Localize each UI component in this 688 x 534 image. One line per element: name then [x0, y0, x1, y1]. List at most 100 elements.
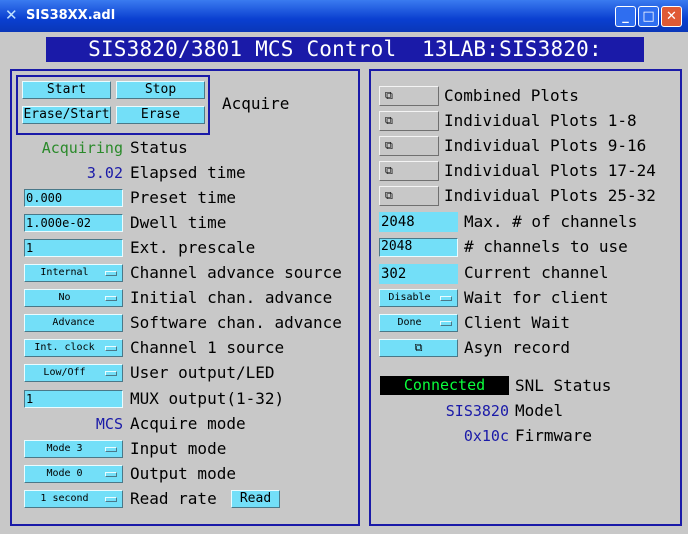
menu-value: Done — [397, 317, 422, 328]
channel-advance-source-menu[interactable]: Internal — [24, 264, 123, 282]
user-output-label: User output/LED — [130, 363, 275, 382]
model-label: Model — [515, 401, 564, 420]
asyn-record-button[interactable]: ⧉ — [379, 339, 458, 357]
client-wait-label: Client Wait — [464, 313, 570, 332]
menu-value: Disable — [388, 292, 431, 303]
dwell-time-label: Dwell time — [130, 213, 227, 232]
erase-button[interactable]: Erase — [116, 106, 205, 124]
read-button[interactable]: Read — [231, 490, 280, 508]
mux-output-input[interactable]: 1 — [24, 390, 123, 408]
input-mode-label: Input mode — [130, 439, 227, 458]
menu-value: 1 second — [40, 493, 89, 504]
menu-indicator-icon — [105, 447, 117, 452]
plot-label-0: Combined Plots — [444, 86, 579, 105]
related-display-icon: ⧉ — [385, 139, 393, 152]
menu-indicator-icon — [440, 296, 452, 301]
current-channel-value: 302 — [379, 264, 458, 284]
user-output-menu[interactable]: Low/Off — [24, 364, 123, 382]
start-button[interactable]: Start — [22, 81, 111, 99]
menu-indicator-icon — [440, 321, 452, 326]
acquire-group: Start Stop Erase/Start Erase — [16, 75, 210, 135]
channel1-source-menu[interactable]: Int. clock — [24, 339, 123, 357]
snl-status-label: SNL Status — [515, 376, 612, 395]
software-advance-button[interactable]: Advance — [24, 314, 123, 332]
combined-plots-button[interactable]: ⧉ — [379, 86, 439, 106]
read-rate-menu[interactable]: 1 second — [24, 490, 123, 508]
plot-label-2: Individual Plots 9-16 — [444, 136, 647, 155]
preset-time-label: Preset time — [130, 188, 236, 207]
channels-to-use-input[interactable]: 2048 — [379, 238, 458, 257]
menu-indicator-icon — [105, 497, 117, 502]
wait-for-client-label: Wait for client — [464, 288, 609, 307]
prescale-input[interactable]: 1 — [24, 239, 123, 257]
snl-status-value: Connected — [380, 376, 509, 395]
client-wait-menu[interactable]: Done — [379, 314, 458, 332]
title-bar[interactable]: ✕ SIS38XX.adl _ □ ✕ — [0, 0, 688, 32]
minimize-button[interactable]: _ — [615, 6, 636, 27]
preset-time-input[interactable]: 0.000 — [24, 189, 123, 207]
initial-chan-advance-menu[interactable]: No — [24, 289, 123, 307]
firmware-value: 0x10c — [463, 427, 509, 445]
page-title: SIS3820/3801 MCS Control 13LAB:SIS3820: — [46, 37, 644, 62]
stop-button[interactable]: Stop — [116, 81, 205, 99]
mux-output-label: MUX output(1-32) — [130, 389, 285, 408]
menu-value: Low/Off — [43, 367, 86, 378]
related-display-icon: ⧉ — [385, 114, 393, 127]
acquire-label: Acquire — [222, 94, 290, 113]
plot-label-4: Individual Plots 25-32 — [444, 186, 656, 205]
acquire-mode-label: Acquire mode — [130, 414, 246, 433]
dwell-time-input[interactable]: 1.000e-02 — [24, 214, 123, 232]
plots-9-16-button[interactable]: ⧉ — [379, 136, 439, 156]
wait-for-client-menu[interactable]: Disable — [379, 289, 458, 307]
elapsed-time-value: 3.02 — [86, 164, 123, 182]
left-panel: Start Stop Erase/Start Erase Acquire Acq… — [10, 69, 360, 526]
menu-value: Mode 3 — [46, 443, 83, 454]
related-display-icon: ⧉ — [385, 189, 393, 202]
related-display-icon: ⧉ — [414, 341, 423, 354]
plot-label-1: Individual Plots 1-8 — [444, 111, 637, 130]
x-tool-icon: ✕ — [5, 6, 18, 24]
erase-start-button[interactable]: Erase/Start — [22, 106, 111, 124]
elapsed-time-label: Elapsed time — [130, 163, 246, 182]
menu-value: Mode 0 — [46, 468, 83, 479]
related-display-icon: ⧉ — [385, 164, 393, 177]
firmware-label: Firmware — [515, 426, 593, 445]
max-channels-value: 2048 — [379, 212, 458, 232]
software-advance-label: Software chan. advance — [130, 313, 342, 332]
prescale-label: Ext. prescale — [130, 238, 256, 257]
model-value: SIS3820 — [445, 402, 509, 420]
menu-value: No — [58, 292, 71, 303]
output-mode-label: Output mode — [130, 464, 236, 483]
output-mode-menu[interactable]: Mode 0 — [24, 465, 123, 483]
app-window: ✕ SIS38XX.adl _ □ ✕ SIS3820/3801 MCS Con… — [0, 0, 688, 534]
related-display-icon: ⧉ — [385, 89, 393, 102]
menu-indicator-icon — [105, 346, 117, 351]
menu-indicator-icon — [105, 271, 117, 276]
status-label: Status — [130, 138, 188, 157]
status-value: Acquiring — [41, 139, 123, 157]
plots-17-24-button[interactable]: ⧉ — [379, 161, 439, 181]
plots-1-8-button[interactable]: ⧉ — [379, 111, 439, 131]
close-button[interactable]: ✕ — [661, 6, 682, 27]
input-mode-menu[interactable]: Mode 3 — [24, 440, 123, 458]
menu-indicator-icon — [105, 296, 117, 301]
menu-value: Int. clock — [34, 342, 95, 353]
maximize-button[interactable]: □ — [638, 6, 659, 27]
right-panel: ⧉ Combined Plots ⧉ Individual Plots 1-8 … — [369, 69, 682, 526]
menu-value: Internal — [40, 267, 89, 278]
max-channels-label: Max. # of channels — [464, 212, 638, 231]
acquire-mode-value: MCS — [95, 415, 123, 433]
channels-to-use-label: # channels to use — [464, 237, 628, 256]
menu-indicator-icon — [105, 472, 117, 477]
current-channel-label: Current channel — [464, 263, 609, 282]
channel1-source-label: Channel 1 source — [130, 338, 285, 357]
plot-label-3: Individual Plots 17-24 — [444, 161, 656, 180]
initial-chan-advance-label: Initial chan. advance — [130, 288, 333, 307]
menu-indicator-icon — [105, 371, 117, 376]
window-title: SIS38XX.adl — [26, 8, 116, 23]
read-rate-label: Read rate — [130, 489, 217, 508]
asyn-record-label: Asyn record — [464, 338, 570, 357]
channel-advance-source-label: Channel advance source — [130, 263, 342, 282]
client-area: SIS3820/3801 MCS Control 13LAB:SIS3820: … — [3, 32, 685, 531]
plots-25-32-button[interactable]: ⧉ — [379, 186, 439, 206]
